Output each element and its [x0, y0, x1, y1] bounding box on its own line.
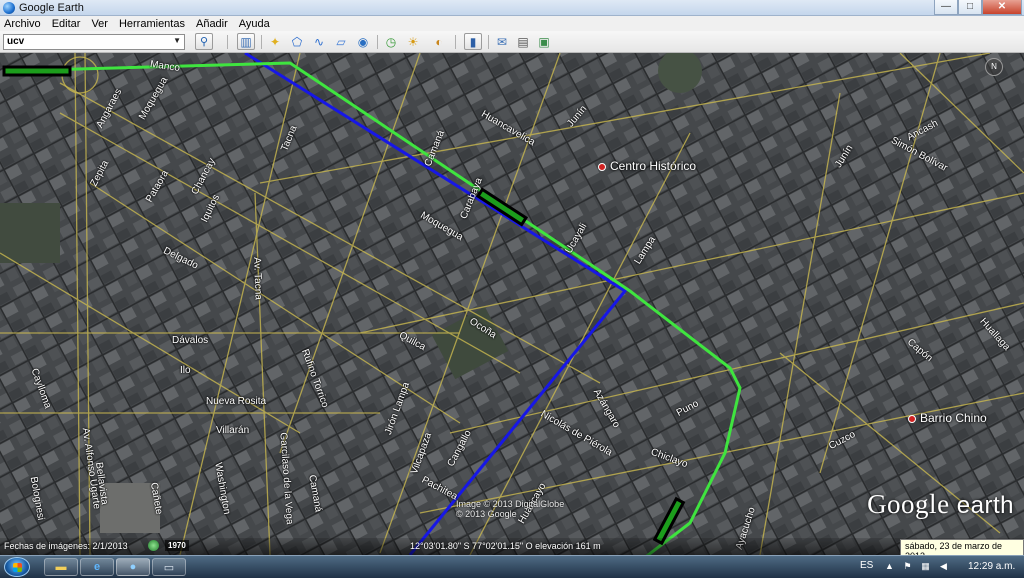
title-bar: Google Earth — □ ✕: [0, 0, 1024, 16]
google-earth-icon: [3, 2, 15, 14]
search-button[interactable]: ⚲: [195, 33, 213, 50]
compass-icon[interactable]: N: [985, 58, 1003, 76]
imagery-copyright: Image © 2013 DigitalGlobe © 2013 Google: [456, 499, 565, 519]
polygon-icon: ⬠: [291, 34, 303, 49]
street-label: Dávalos: [172, 335, 209, 346]
sky-planets-icon: ◐: [435, 34, 443, 49]
taskbar-explorer[interactable]: ▬: [44, 558, 78, 576]
toolbar-separator: [227, 35, 228, 49]
menu-ver[interactable]: Ver: [91, 18, 108, 30]
menu-ayuda[interactable]: Ayuda: [239, 18, 270, 30]
polygon-button[interactable]: ⬠: [288, 33, 306, 50]
maximize-button[interactable]: □: [958, 0, 982, 15]
toolbar-separator: [377, 35, 378, 49]
sidebar-toggle-button[interactable]: ▥: [237, 33, 255, 50]
email-button[interactable]: ✉: [493, 33, 511, 50]
search-box[interactable]: ▼: [3, 34, 185, 50]
taskbar: ▬ e ● ▭ ES ▲ ⚑ ▦ ◀ 12:29 a.m.: [0, 555, 1024, 578]
volume-icon[interactable]: ◀: [938, 561, 949, 572]
place-label[interactable]: Centro Histórico: [598, 159, 696, 173]
street-label: Av. Tacna: [251, 256, 264, 301]
sidebar-toggle-icon: ▥: [240, 34, 252, 49]
folder-icon: ▬: [55, 561, 67, 573]
coordinates-readout: 12°03'01.80" S 77°02'01.15" O elevación …: [410, 541, 601, 551]
year-badge[interactable]: 1970: [165, 540, 189, 551]
email-icon: ✉: [496, 34, 508, 49]
toolbar-separator: [455, 35, 456, 49]
minimize-button[interactable]: —: [934, 0, 958, 15]
chevron-down-icon[interactable]: ▼: [173, 36, 181, 45]
ruler-button[interactable]: ▮: [464, 33, 482, 50]
windows-logo-icon: [13, 563, 22, 572]
path-button[interactable]: ∿: [310, 33, 328, 50]
taskbar-google-earth[interactable]: ●: [116, 558, 150, 576]
path-icon: ∿: [313, 34, 325, 49]
place-marker-icon: [598, 162, 606, 171]
internet-explorer-icon: e: [93, 561, 101, 573]
menu-anadir[interactable]: Añadir: [196, 18, 228, 30]
image-overlay-button[interactable]: ▱: [332, 33, 350, 50]
placemark-icon: ✦: [269, 34, 281, 49]
record-tour-icon: ◉: [357, 34, 369, 49]
image-overlay-icon: ▱: [336, 34, 346, 49]
place-marker-icon: [908, 414, 916, 423]
record-tour-button[interactable]: ◉: [354, 33, 372, 50]
google-earth-logo: Google earth: [867, 489, 1014, 519]
start-button[interactable]: [4, 557, 30, 577]
network-icon[interactable]: ▦: [920, 561, 931, 572]
search-icon: ⚲: [199, 36, 209, 48]
print-button[interactable]: ▤: [514, 33, 532, 50]
menu-herramientas[interactable]: Herramientas: [119, 18, 185, 30]
map-view[interactable]: N Centro Histórico Barrio Chino Manco An…: [0, 53, 1024, 555]
window-icon: ▭: [163, 561, 175, 574]
save-image-button[interactable]: ▣: [535, 33, 553, 50]
window-title: Google Earth: [19, 2, 84, 14]
save-image-icon: ▣: [538, 34, 550, 49]
historical-imagery-icon[interactable]: [148, 540, 159, 551]
taskbar-ie[interactable]: e: [80, 558, 114, 576]
route-segment-marker: [2, 65, 72, 77]
menu-archivo[interactable]: Archivo: [4, 18, 41, 30]
map-status-bar: Fechas de imágenes: 2/1/2013 1970 12°03'…: [0, 538, 1024, 555]
street-label: Villarán: [216, 425, 250, 436]
imagery-date: Fechas de imágenes: 2/1/2013: [4, 541, 128, 551]
historical-imagery-icon: ◷: [385, 34, 397, 49]
print-icon: ▤: [517, 34, 529, 49]
flag-icon[interactable]: ⚑: [902, 561, 913, 572]
place-label[interactable]: Barrio Chino: [908, 411, 987, 425]
search-input[interactable]: [4, 35, 170, 48]
toolbar: ▼ ⚲ ▥ ✦ ⬠ ∿ ▱ ◉ ◷ ☀ ◐ ▮ ✉ ▤ ▣: [0, 31, 1024, 53]
google-earth-icon: ●: [129, 561, 137, 573]
sunlight-icon: ☀: [407, 34, 419, 49]
historical-imagery-button[interactable]: ◷: [382, 33, 400, 50]
street-label: Ilo: [180, 365, 191, 376]
taskbar-window[interactable]: ▭: [152, 558, 186, 576]
toolbar-separator: [488, 35, 489, 49]
tray-arrow-icon[interactable]: ▲: [884, 561, 895, 572]
menu-bar: Archivo Editar Ver Herramientas Añadir A…: [0, 16, 1024, 31]
placemark-button[interactable]: ✦: [266, 33, 284, 50]
taskbar-clock[interactable]: 12:29 a.m.: [968, 561, 1015, 572]
menu-editar[interactable]: Editar: [52, 18, 81, 30]
street-label: Nueva Rosita: [206, 396, 267, 407]
close-button[interactable]: ✕: [982, 0, 1022, 15]
ruler-icon: ▮: [469, 34, 477, 49]
window-controls: — □ ✕: [934, 0, 1022, 15]
sunlight-button[interactable]: ☀: [404, 33, 422, 50]
language-indicator[interactable]: ES: [860, 560, 873, 571]
sky-planets-button[interactable]: ◐: [430, 33, 448, 50]
toolbar-separator: [261, 35, 262, 49]
